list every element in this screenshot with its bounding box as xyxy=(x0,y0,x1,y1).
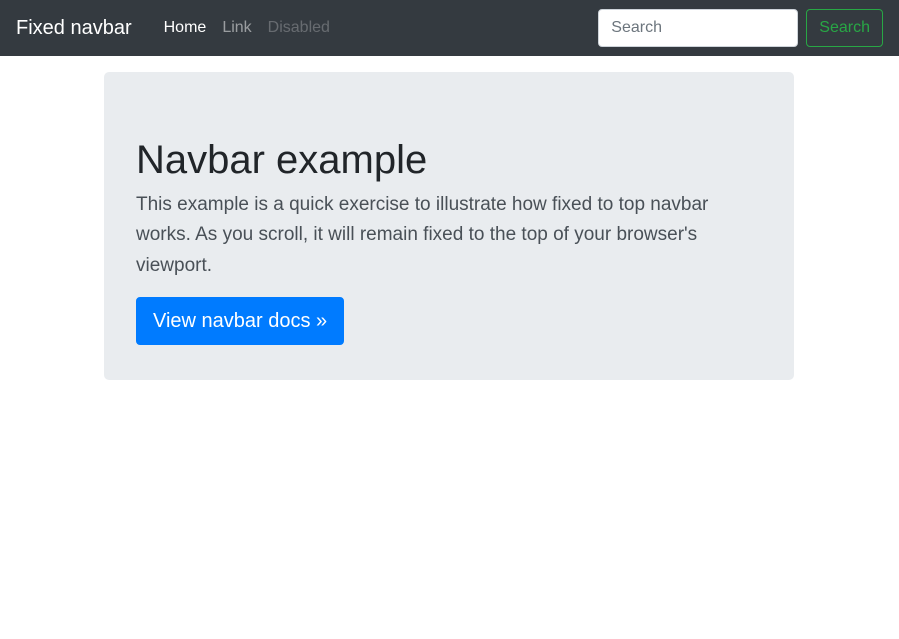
top-navbar: Fixed navbar Home Link Disabled Search xyxy=(0,0,899,56)
lead-text: This example is a quick exercise to illu… xyxy=(136,194,709,276)
navbar-brand[interactable]: Fixed navbar xyxy=(16,17,132,40)
page-title: Navbar example xyxy=(136,138,428,182)
search-input[interactable] xyxy=(598,9,799,47)
search-form: Search xyxy=(598,9,883,47)
jumbotron: Navbar example This example is a quick e… xyxy=(104,72,794,380)
nav-link-home[interactable]: Home xyxy=(156,11,215,45)
view-navbar-docs-button[interactable]: View navbar docs » xyxy=(136,297,345,346)
search-button[interactable]: Search xyxy=(806,9,883,47)
nav-link-link[interactable]: Link xyxy=(214,11,259,45)
nav-links: Home Link Disabled xyxy=(156,11,338,45)
nav-link-disabled: Disabled xyxy=(267,19,330,36)
